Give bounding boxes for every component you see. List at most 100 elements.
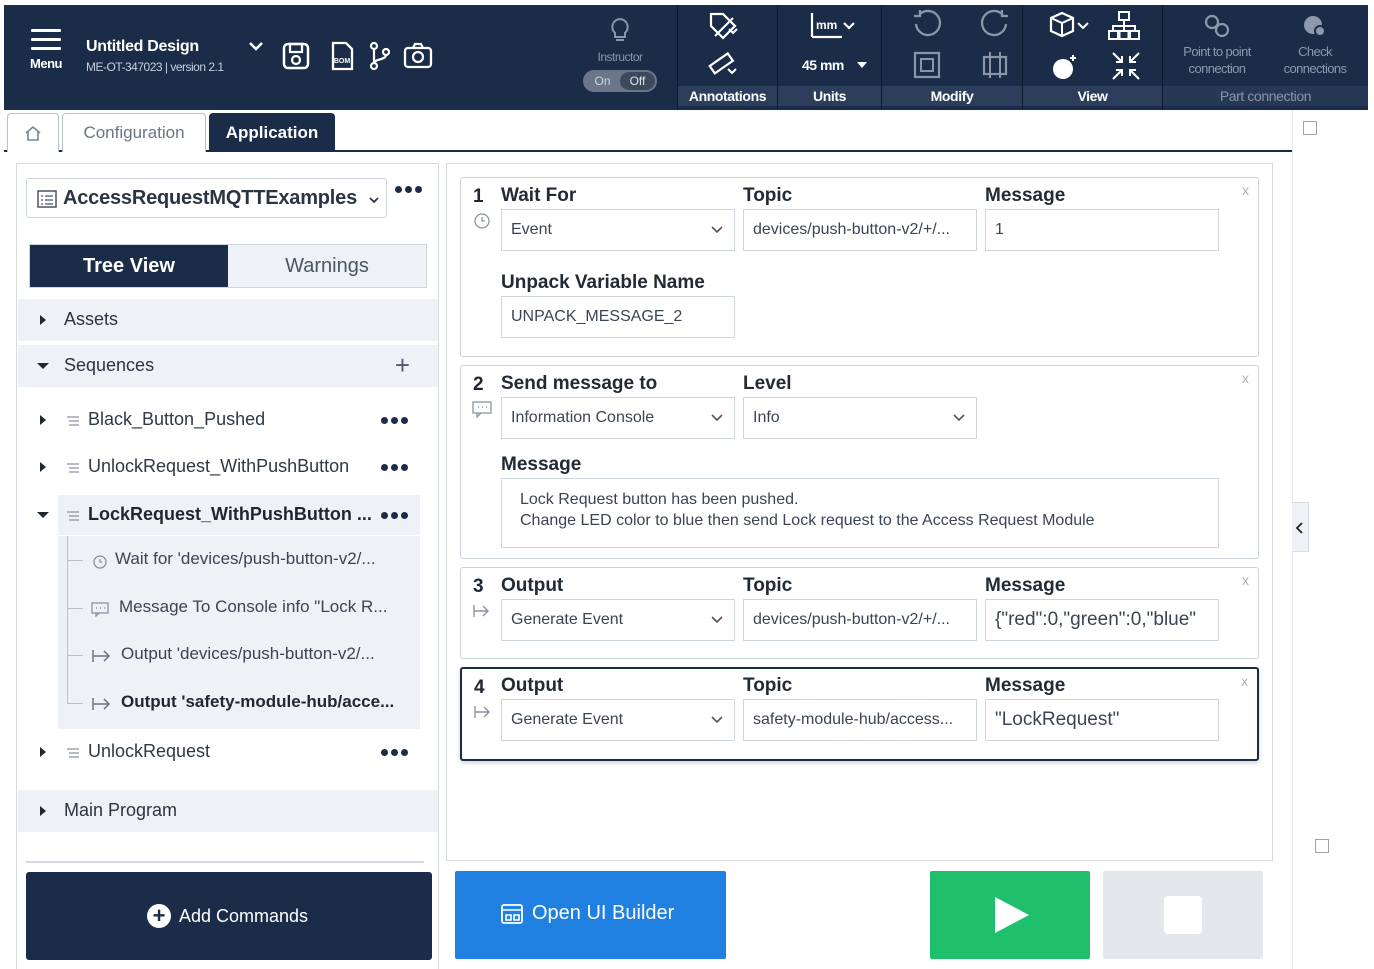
command-card-message[interactable]: 2 x Send message to Information Console … <box>460 365 1259 559</box>
camera-icon[interactable] <box>402 40 434 72</box>
message-input[interactable]: "LockRequest" <box>985 699 1219 741</box>
modify-label[interactable]: Modify <box>882 86 1022 106</box>
units-icon[interactable]: mm <box>808 9 858 43</box>
message-icon <box>91 602 109 617</box>
caret-right-icon <box>40 806 46 816</box>
chevron-down-icon <box>711 716 723 724</box>
unpack-variable-label: Unpack Variable Name <box>501 272 705 293</box>
caret-right-icon <box>40 747 46 757</box>
cube-icon[interactable] <box>1047 9 1091 43</box>
tab-tree-view[interactable]: Tree View <box>30 245 228 287</box>
redo-icon[interactable] <box>978 8 1012 42</box>
output-icon <box>473 605 489 617</box>
close-icon[interactable]: x <box>1241 673 1248 689</box>
point-to-point-button[interactable]: Point to point connection <box>1169 13 1265 77</box>
sequence-item[interactable]: Black_Button_Pushed <box>18 400 438 440</box>
command-card-output-active[interactable]: 4 x Output Generate Event Topic safety-m… <box>460 667 1259 761</box>
sequence-label: UnlockRequest_WithPushButton <box>88 456 350 476</box>
sequence-item[interactable]: UnlockRequest <box>18 732 438 772</box>
branch-icon[interactable] <box>364 40 396 72</box>
command-card-wait[interactable]: 1 x Wait For Event Topic devices/push-bu… <box>460 177 1259 357</box>
sequence-more-button[interactable] <box>381 512 408 519</box>
tab-application[interactable]: Application <box>209 113 335 152</box>
ruler-icon[interactable] <box>706 47 740 81</box>
stop-button[interactable] <box>1103 871 1263 959</box>
output-select[interactable]: Generate Event <box>501 599 735 641</box>
tab-home[interactable] <box>7 113 59 152</box>
program-more-button[interactable] <box>395 186 427 206</box>
collapse-arrows-icon[interactable] <box>1109 49 1143 83</box>
chevron-down-icon[interactable] <box>247 37 265 55</box>
output-icon <box>474 706 490 718</box>
program-name: AccessRequestMQTTExamples <box>63 187 358 209</box>
message-label: Message <box>985 185 1066 206</box>
design-title[interactable]: Untitled Design <box>86 38 199 56</box>
annotations-label[interactable]: Annotations <box>678 86 777 106</box>
frame-icon[interactable] <box>910 48 944 82</box>
units-label[interactable]: Units <box>778 86 881 106</box>
sequence-more-button[interactable] <box>381 464 408 471</box>
command-card-output[interactable]: 3 x Output Generate Event Topic devices/… <box>460 567 1259 659</box>
check-connections-button[interactable]: Check connections <box>1267 13 1363 77</box>
add-sequence-button[interactable]: + <box>395 352 410 378</box>
caret-down-icon[interactable] <box>856 60 868 70</box>
tab-configuration[interactable]: Configuration <box>62 113 206 152</box>
close-icon[interactable]: x <box>1242 572 1249 588</box>
caret-down-icon <box>37 512 49 518</box>
section-assets[interactable]: Assets <box>18 299 438 341</box>
panel-toggle-icon[interactable] <box>1303 121 1317 135</box>
topic-input[interactable]: safety-module-hub/access... <box>743 699 977 741</box>
play-button[interactable] <box>930 871 1090 959</box>
program-select[interactable]: AccessRequestMQTTExamples <box>26 178 387 218</box>
units-value[interactable]: 45 mm <box>802 57 844 73</box>
add-commands-button[interactable]: + Add Commands <box>26 872 432 960</box>
sequence-item-selected[interactable]: LockRequest_WithPushButton ... <box>18 495 438 535</box>
chevron-down-icon <box>711 226 723 234</box>
svg-text:BOM: BOM <box>334 58 351 65</box>
instructor-toggle[interactable]: On Off <box>583 70 657 92</box>
hierarchy-icon[interactable] <box>1107 9 1141 43</box>
close-icon[interactable]: x <box>1242 370 1249 386</box>
step-number: 1 <box>473 186 484 207</box>
menu-button[interactable]: Menu <box>16 25 76 80</box>
undo-icon[interactable] <box>910 8 944 42</box>
send-message-to-select[interactable]: Information Console <box>501 397 735 439</box>
annotation-tag-icon[interactable] <box>706 9 740 43</box>
sequence-more-button[interactable] <box>381 417 408 424</box>
align-icon[interactable] <box>978 48 1012 82</box>
message-textarea[interactable]: Lock Request button has been pushed. Cha… <box>501 478 1219 548</box>
panel-toggle-icon[interactable] <box>1315 839 1329 853</box>
explode-icon[interactable] <box>1049 49 1083 83</box>
view-label[interactable]: View <box>1023 86 1162 106</box>
tab-bar: Configuration Application <box>4 110 1292 152</box>
wait-for-select[interactable]: Event <box>501 209 735 251</box>
sequence-item[interactable]: UnlockRequest_WithPushButton <box>18 447 438 487</box>
level-select[interactable]: Info <box>743 397 977 439</box>
check-connections-label: Check connections <box>1283 44 1347 76</box>
sequence-step-label: Output 'devices/push-button-v2/... <box>121 644 375 663</box>
message-input[interactable]: 1 <box>985 209 1219 251</box>
section-sequences[interactable]: Sequences + <box>18 345 438 387</box>
topic-input[interactable]: devices/push-button-v2/+/... <box>743 599 977 641</box>
clock-icon <box>93 555 107 569</box>
open-ui-builder-button[interactable]: Open UI Builder <box>455 871 726 959</box>
bom-icon[interactable]: BOM <box>326 40 358 72</box>
unpack-variable-input[interactable]: UNPACK_MESSAGE_2 <box>501 296 735 338</box>
step-number: 3 <box>473 576 484 597</box>
lightbulb-icon <box>611 17 629 41</box>
topic-input[interactable]: devices/push-button-v2/+/... <box>743 209 977 251</box>
hamburger-icon <box>31 29 61 50</box>
sequence-icon <box>67 748 79 758</box>
section-main-program[interactable]: Main Program <box>18 790 438 832</box>
tab-warnings[interactable]: Warnings <box>228 245 426 287</box>
save-icon[interactable] <box>280 40 312 72</box>
message-input[interactable]: {"red":0,"green":0,"blue" <box>985 599 1219 641</box>
play-icon <box>995 897 1029 933</box>
message-label: Message <box>985 575 1066 596</box>
part-connection-label: Part connection <box>1163 86 1368 106</box>
close-icon[interactable]: x <box>1242 182 1249 198</box>
output-select[interactable]: Generate Event <box>501 699 735 741</box>
sequence-more-button[interactable] <box>381 749 408 756</box>
collapse-panel-button[interactable] <box>1292 502 1309 552</box>
instructor-label: Instructor <box>597 50 643 64</box>
